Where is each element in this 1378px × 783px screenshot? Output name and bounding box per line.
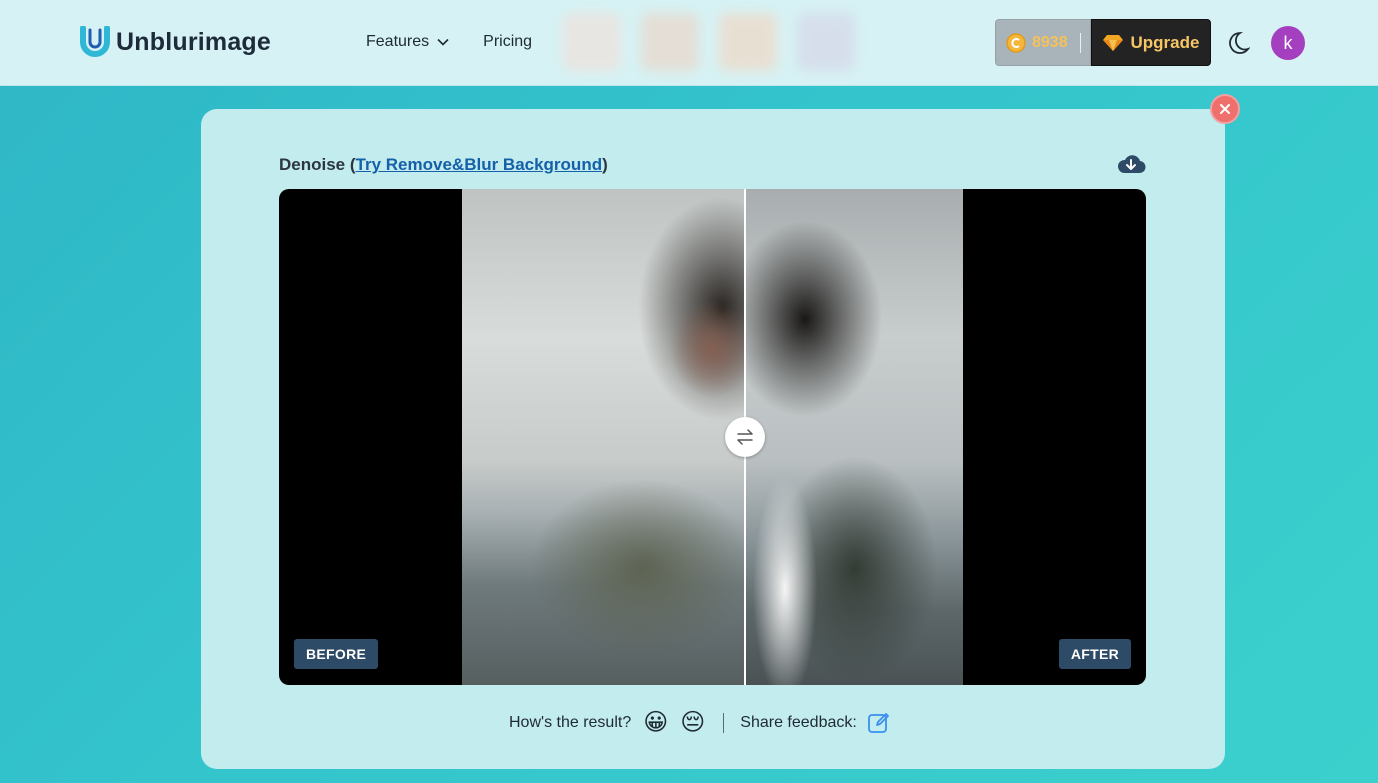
feedback-question: How's the result? [509, 714, 632, 731]
credits-badge[interactable]: 8938 [995, 19, 1091, 66]
blurred-thumbnail [563, 13, 621, 71]
close-button[interactable] [1210, 94, 1240, 124]
blurred-thumbnail [719, 13, 777, 71]
nav-pricing-label: Pricing [483, 33, 533, 50]
dark-mode-toggle-icon[interactable] [1228, 31, 1250, 55]
after-image [745, 189, 963, 685]
logo-text: Unblurimage [116, 27, 271, 56]
swap-arrows-icon [737, 429, 753, 445]
before-after-viewer[interactable]: BEFORE AFTER [279, 189, 1146, 685]
before-image [462, 189, 745, 685]
credits-value: 8938 [1032, 33, 1068, 51]
share-feedback-label: Share feedback: [740, 714, 857, 731]
chevron-down-icon [437, 38, 449, 46]
feedback-divider [723, 713, 725, 733]
edit-icon[interactable] [867, 711, 891, 735]
logo-icon [80, 26, 110, 57]
blurred-thumbnail [641, 13, 699, 71]
coin-icon [1006, 32, 1026, 53]
feedback-bar: How's the result? 😀 😔 Share feedback: [509, 708, 891, 738]
compare-slider-handle[interactable] [725, 417, 765, 457]
nav-features[interactable]: Features [366, 33, 449, 51]
main-nav: Features Pricing [366, 33, 532, 51]
panel-title-prefix: Denoise ( [279, 155, 356, 174]
close-icon [1220, 104, 1230, 114]
nav-pricing[interactable]: Pricing [483, 33, 532, 51]
blurred-thumbnails [563, 13, 855, 71]
panel-title: Denoise (Try Remove&Blur Background) [279, 155, 608, 175]
logo[interactable]: Unblurimage [80, 26, 271, 58]
remove-blur-background-link[interactable]: Try Remove&Blur Background [356, 155, 603, 174]
happy-face-icon[interactable]: 😀 [643, 711, 668, 735]
upgrade-label: Upgrade [1130, 32, 1200, 52]
upgrade-button[interactable]: Upgrade [1091, 19, 1211, 66]
after-label: AFTER [1058, 639, 1131, 669]
blurred-thumbnail [797, 13, 855, 71]
before-label: BEFORE [294, 639, 379, 669]
diamond-icon [1102, 34, 1123, 51]
sad-face-icon[interactable]: 😔 [680, 711, 705, 735]
top-header: Unblurimage Features Pricing 8938 Upgrad… [0, 0, 1378, 86]
panel-title-suffix: ) [602, 155, 608, 174]
credits-divider [1079, 32, 1081, 53]
cloud-download-icon[interactable] [1116, 152, 1146, 176]
user-avatar[interactable]: k [1271, 26, 1305, 60]
nav-features-label: Features [366, 33, 430, 50]
